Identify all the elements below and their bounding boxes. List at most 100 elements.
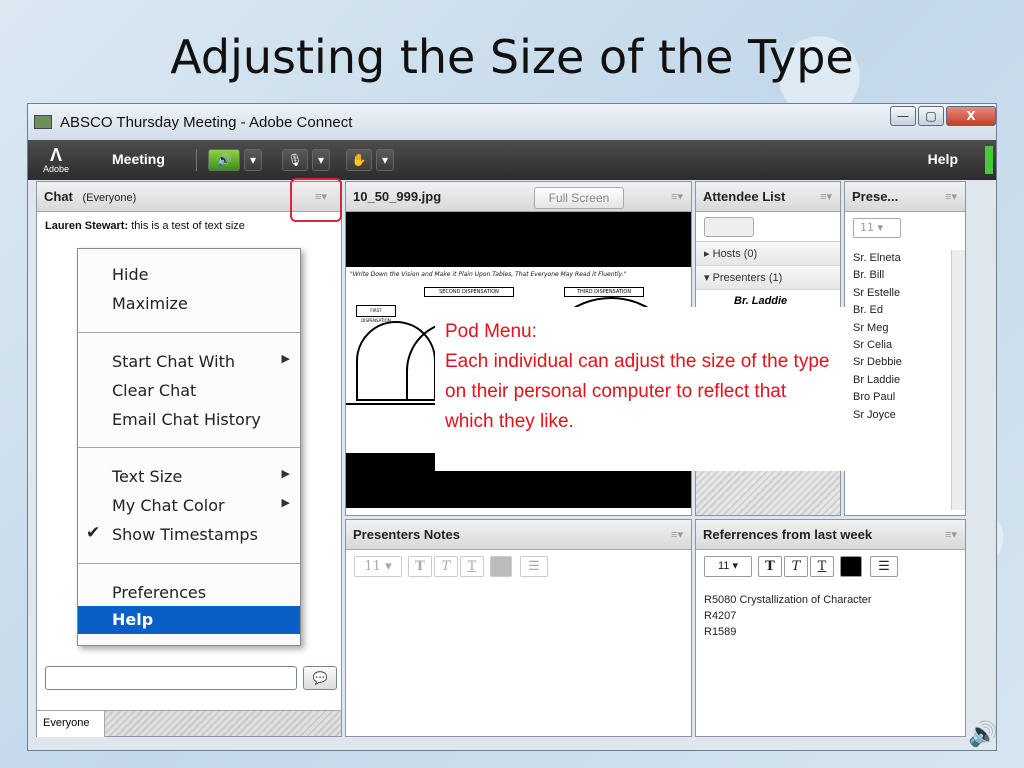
close-button[interactable]: X: [946, 106, 996, 126]
chat-send-button[interactable]: 💬: [303, 666, 337, 690]
submenu-arrow-icon: ▶: [281, 496, 290, 509]
speaker-dropdown[interactable]: ▾: [244, 149, 262, 171]
menu-item-start-chat-with[interactable]: Start Chat With ▶: [78, 348, 300, 376]
chat-send-icon: 💬: [312, 671, 328, 685]
attendee-group-presenters[interactable]: ▾ Presenters (1): [696, 266, 840, 290]
adobe-logo: Λ Adobe: [42, 145, 70, 174]
font-size-select[interactable]: 11 ▾: [354, 556, 402, 577]
app-icon: [34, 115, 52, 129]
attendee-pod-header: Attendee List ≡▾: [696, 182, 840, 212]
presenters-pod-title: Prese...: [852, 189, 899, 204]
chat-message: Lauren Stewart: this is a test of text s…: [45, 220, 245, 232]
list-item: R4207: [704, 610, 737, 622]
list-view-icon[interactable]: [704, 217, 754, 237]
menu-item-maximize[interactable]: Maximize: [78, 290, 300, 318]
annotation-callout: Pod Menu: Each individual can adjust the…: [435, 307, 845, 471]
menu-divider: [78, 332, 300, 333]
menu-item-help[interactable]: Help: [78, 606, 300, 634]
document-caption: "Write Down the Vision and Make it Plain…: [350, 271, 627, 278]
list-item: Sr Meg: [853, 321, 889, 334]
chat-pod-menu: Hide Maximize Start Chat With ▶ Clear Cha…: [77, 248, 301, 646]
font-size-select[interactable]: 11 ▾: [853, 218, 901, 238]
presenters-pod-header: Prese... ≡▾: [845, 182, 965, 212]
minimize-button[interactable]: —: [890, 106, 916, 126]
references-text[interactable]: R5080 Crystallization of Character R4207…: [704, 592, 872, 640]
underline-button[interactable]: T: [810, 556, 834, 577]
submenu-arrow-icon: ▶: [281, 467, 290, 480]
menu-item-text-size[interactable]: Text Size ▶: [78, 463, 300, 491]
pod-menu-icon[interactable]: ≡▾: [945, 528, 957, 541]
chat-tab-everyone[interactable]: Everyone: [37, 711, 105, 737]
list-item: R1589: [704, 626, 737, 638]
microphone-icon: 🎙: [287, 153, 303, 167]
list-item: Bro Paul: [853, 391, 896, 404]
window-titlebar: ABSCO Thursday Meeting - Adobe Connect —…: [28, 104, 996, 140]
pod-menu-icon[interactable]: ≡▾: [820, 190, 832, 203]
pod-menu-icon[interactable]: ≡▾: [671, 190, 683, 203]
raise-hand-button[interactable]: ✋: [346, 149, 372, 171]
italic-button[interactable]: T: [784, 556, 808, 577]
notes-body: 11 ▾ T T T ☰: [346, 550, 691, 736]
raise-hand-dropdown[interactable]: ▾: [376, 149, 394, 171]
chat-message-author: Lauren Stewart:: [45, 220, 129, 232]
list-item: R5080 Crystallization of Character: [704, 594, 872, 606]
maximize-button[interactable]: ▢: [918, 106, 944, 126]
speaker-icon: 🔊: [216, 153, 232, 167]
bullet-list-button[interactable]: ☰: [520, 556, 548, 577]
underline-button[interactable]: T: [460, 556, 484, 577]
slide-title: Adjusting the Size of the Type: [170, 30, 854, 84]
menu-item-preferences[interactable]: Preferences: [78, 579, 300, 607]
list-item: Sr Estelle: [853, 286, 901, 299]
text-color-button[interactable]: [840, 556, 862, 577]
references-body: 11 ▾ T T T ☰ R5080 Crystallization of Ch…: [696, 550, 965, 736]
chevron-down-icon: ▾: [381, 153, 389, 167]
microphone-dropdown[interactable]: ▾: [312, 149, 330, 171]
references-pod-header: Referrences from last week ≡▾: [696, 520, 965, 550]
chevron-down-icon: ▾: [317, 153, 325, 167]
list-item: Sr Joyce: [853, 408, 896, 421]
italic-button[interactable]: T: [434, 556, 458, 577]
bold-button[interactable]: T: [758, 556, 782, 577]
window-title: ABSCO Thursday Meeting - Adobe Connect: [60, 113, 353, 131]
notes-pod-header: Presenters Notes ≡▾: [346, 520, 691, 550]
meeting-menu[interactable]: Meeting: [112, 151, 165, 167]
menu-item-hide[interactable]: Hide: [78, 261, 300, 289]
menu-item-clear-chat[interactable]: Clear Chat: [78, 377, 300, 405]
list-item: Br. Bill: [853, 269, 885, 282]
list-item: Br Laddie: [853, 373, 901, 386]
list-item: Sr Celia: [853, 339, 893, 352]
document-label: FIRST DISPENSATION: [356, 305, 396, 323]
sound-icon[interactable]: 🔊: [968, 720, 998, 748]
pod-menu-icon[interactable]: ≡▾: [671, 528, 683, 541]
attendee-group-hosts[interactable]: ▸ Hosts (0): [696, 242, 840, 266]
submenu-arrow-icon: ▶: [281, 352, 290, 365]
pod-menu-icon[interactable]: ≡▾: [945, 190, 957, 203]
references-pod-title: Referrences from last week: [703, 527, 873, 542]
full-screen-button[interactable]: Full Screen: [534, 187, 624, 209]
window-controls: — ▢ X: [888, 106, 996, 126]
scrollbar[interactable]: [951, 250, 965, 510]
menu-item-my-chat-color[interactable]: My Chat Color ▶: [78, 492, 300, 520]
menu-item-email-chat-history[interactable]: Email Chat History: [78, 406, 300, 434]
microphone-button[interactable]: 🎙: [282, 149, 308, 171]
attendee-pod-title: Attendee List: [703, 189, 786, 204]
speaker-button[interactable]: 🔊: [208, 149, 240, 171]
text-color-button[interactable]: [490, 556, 512, 577]
presenter-names: Sr. Elneta Br. Bill Sr Estelle Br. Ed Sr…: [853, 250, 902, 424]
list-item: Sr Debbie: [853, 356, 902, 369]
menu-divider: [78, 563, 300, 564]
bold-button[interactable]: T: [408, 556, 432, 577]
menu-divider: [78, 447, 300, 448]
list-item: Sr. Elneta: [853, 252, 901, 264]
chat-input[interactable]: [45, 666, 297, 690]
help-link[interactable]: Help: [928, 151, 958, 167]
share-pod-header: 10_50_999.jpg Full Screen ≡▾: [346, 182, 691, 212]
menu-item-show-timestamps[interactable]: ✔ Show Timestamps: [78, 521, 300, 549]
share-pod-title: 10_50_999.jpg: [353, 189, 442, 204]
attendee-toolbar: [696, 212, 840, 242]
app-toolbar: Λ Adobe Meeting 🔊 ▾ 🎙 ▾ ✋ ▾ Help: [28, 140, 996, 180]
font-size-select[interactable]: 11 ▾: [704, 556, 752, 577]
bullet-list-button[interactable]: ☰: [870, 556, 898, 577]
chat-message-text: this is a test of text size: [131, 220, 245, 232]
chat-audience: (Everyone): [82, 192, 137, 204]
